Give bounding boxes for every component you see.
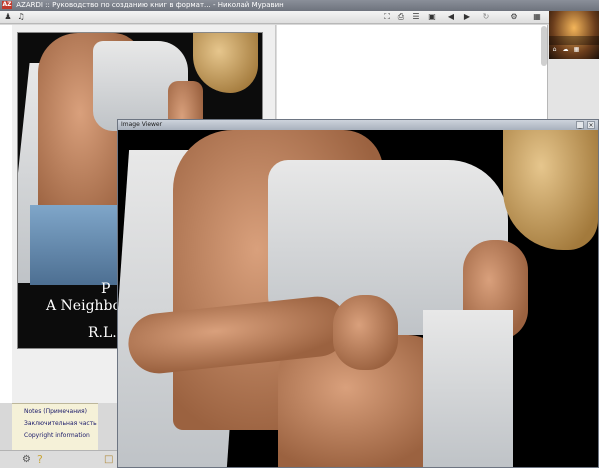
toc-icon[interactable]: ☰ — [411, 12, 421, 22]
speaker-icon[interactable]: ♫ — [16, 12, 26, 22]
minimize-button[interactable]: _ — [576, 121, 584, 129]
settings-icon[interactable]: ⚙ — [509, 12, 519, 22]
toc-footer-bar: ⚙ ? □ — [0, 450, 117, 468]
refresh-icon[interactable]: ↻ — [481, 12, 491, 22]
gear-icon[interactable]: ⚙ — [22, 454, 31, 465]
print-icon[interactable]: ⎙ — [396, 12, 406, 22]
cover-hair — [193, 33, 258, 93]
close-button[interactable]: × — [587, 121, 595, 129]
image-hand-left — [333, 295, 398, 370]
person-icon[interactable]: ♟ — [3, 12, 13, 22]
cover-title-line-2: A Neighbo — [46, 298, 121, 314]
grid-icon[interactable]: ▦ — [572, 46, 581, 53]
toc-item-notes[interactable]: Notes (Примечания) — [24, 408, 87, 415]
cover-author: R.L. — [88, 325, 117, 341]
thumbnail-controls: ⌂ ☁ ▦ — [549, 36, 599, 53]
image-viewer-title-bar[interactable]: Image Viewer _ × — [118, 120, 598, 130]
app-logo: AZ — [2, 1, 12, 9]
image-shirt-right — [423, 310, 513, 467]
folder-icon[interactable]: □ — [104, 454, 113, 465]
cover-title-line-1: P — [101, 281, 111, 297]
library-icon[interactable]: ▦ — [532, 12, 542, 22]
bookmark-icon[interactable]: ▣ — [427, 12, 437, 22]
fullscreen-icon[interactable]: ⛶ — [382, 12, 392, 22]
page-right-column — [276, 25, 547, 120]
window-title-bar: AZ AZARDI :: Руководство по созданию кни… — [0, 0, 599, 11]
image-viewer-window[interactable]: Image Viewer _ × — [117, 119, 599, 468]
next-icon[interactable]: ▶ — [462, 12, 472, 22]
window-title: AZARDI :: Руководство по созданию книг в… — [16, 1, 284, 9]
toc-item-copyright[interactable]: Copyright information — [24, 432, 90, 439]
toc-item-conclusion[interactable]: Заключительная часть — [24, 420, 97, 427]
prev-icon[interactable]: ◀ — [446, 12, 456, 22]
reader-app: AZ AZARDI :: Руководство по созданию кни… — [0, 0, 599, 468]
cover-jeans — [30, 205, 120, 285]
help-icon[interactable]: ? — [37, 453, 43, 466]
cloud-icon[interactable]: ☁ — [561, 46, 570, 53]
toolbar: ♟ ♫ ⛶ ⎙ ☰ ▣ ◀ ▶ ↻ ⚙ ▦ — [0, 11, 599, 24]
image-viewer-title: Image Viewer — [121, 121, 163, 128]
image-hair — [503, 130, 598, 250]
viewer-image — [118, 130, 598, 467]
home-icon[interactable]: ⌂ — [550, 46, 559, 53]
